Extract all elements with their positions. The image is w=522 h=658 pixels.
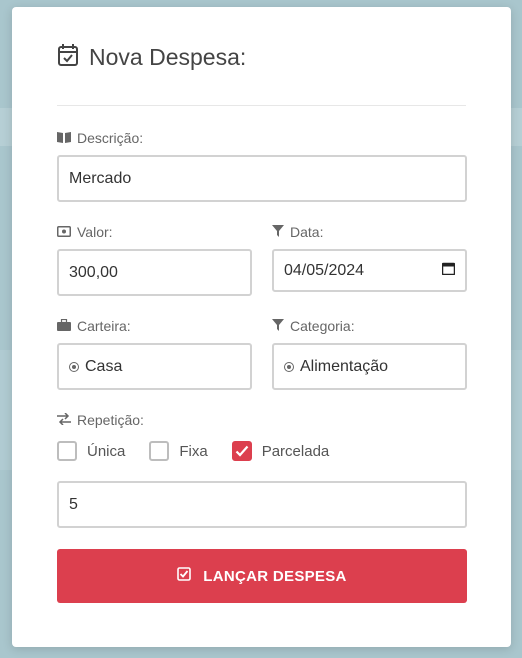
parcelada-checkbox[interactable] <box>231 441 252 461</box>
description-label: Descrição: <box>77 130 144 146</box>
unica-label: Única <box>87 442 126 460</box>
option-parcelada[interactable]: Parcelada <box>231 441 330 461</box>
value-amount: 300,00 <box>69 263 118 281</box>
modal-title: Nova Despesa: <box>89 44 247 70</box>
installments-value: 5 <box>69 495 78 513</box>
checkmark-icon <box>235 445 249 457</box>
installments-input[interactable]: 5 <box>57 481 467 528</box>
calendar-picker-icon[interactable] <box>441 262 456 280</box>
repetition-label: Repetição: <box>77 412 144 428</box>
dot-circle-icon <box>69 361 79 372</box>
parcelada-label: Parcelada <box>261 442 330 460</box>
filter-icon <box>272 224 284 240</box>
unica-checkbox[interactable] <box>57 441 77 461</box>
description-input[interactable]: Mercado <box>57 155 467 202</box>
modal-header: Nova Despesa: <box>57 7 466 106</box>
option-fixa[interactable]: Fixa <box>149 441 208 461</box>
date-input[interactable]: 04/05/2024 <box>272 249 467 292</box>
book-icon <box>57 130 71 146</box>
value-label: Valor: <box>77 224 113 240</box>
repetition-options: Única Fixa Parcelada <box>57 441 467 461</box>
wallet-value: Casa <box>85 357 123 375</box>
fixa-label: Fixa <box>179 442 208 460</box>
category-value: Alimentação <box>300 357 389 375</box>
wallet-select[interactable]: Casa <box>57 343 252 390</box>
calendar-check-icon <box>57 43 79 72</box>
exchange-icon <box>57 412 71 428</box>
category-select[interactable]: Alimentação <box>272 343 467 390</box>
repetition-group: Repetição: Única Fixa Parcelada <box>57 411 467 461</box>
submit-label: LANÇAR DESPESA <box>203 567 347 585</box>
briefcase-icon <box>57 318 71 334</box>
value-group: Valor: 300,00 <box>57 223 252 296</box>
category-group: Categoria: Alimentação <box>272 317 467 390</box>
value-input[interactable]: 300,00 <box>57 249 252 296</box>
category-label: Categoria: <box>290 318 355 334</box>
fixa-checkbox[interactable] <box>149 441 170 461</box>
date-group: Data: 04/05/2024 <box>272 223 467 292</box>
date-value: 04/05/2024 <box>284 261 365 279</box>
date-label: Data: <box>290 224 324 240</box>
category-label-row: Categoria: <box>272 317 467 335</box>
description-label-row: Descrição: <box>57 129 467 147</box>
dot-circle-icon <box>284 361 294 372</box>
submit-expense-button[interactable]: LANÇAR DESPESA <box>57 549 467 603</box>
repetition-label-row: Repetição: <box>57 411 467 429</box>
description-group: Descrição: Mercado <box>57 129 467 202</box>
filter-icon <box>272 318 284 334</box>
wallet-label: Carteira: <box>77 318 131 334</box>
money-icon <box>57 224 71 240</box>
wallet-label-row: Carteira: <box>57 317 252 335</box>
date-label-row: Data: <box>272 223 467 241</box>
option-unica[interactable]: Única <box>57 441 125 461</box>
new-expense-modal: Nova Despesa: Descrição: Mercado Valor: … <box>12 7 511 647</box>
description-value: Mercado <box>69 169 132 187</box>
check-square-icon <box>177 567 192 585</box>
wallet-group: Carteira: Casa <box>57 317 252 390</box>
value-label-row: Valor: <box>57 223 252 241</box>
